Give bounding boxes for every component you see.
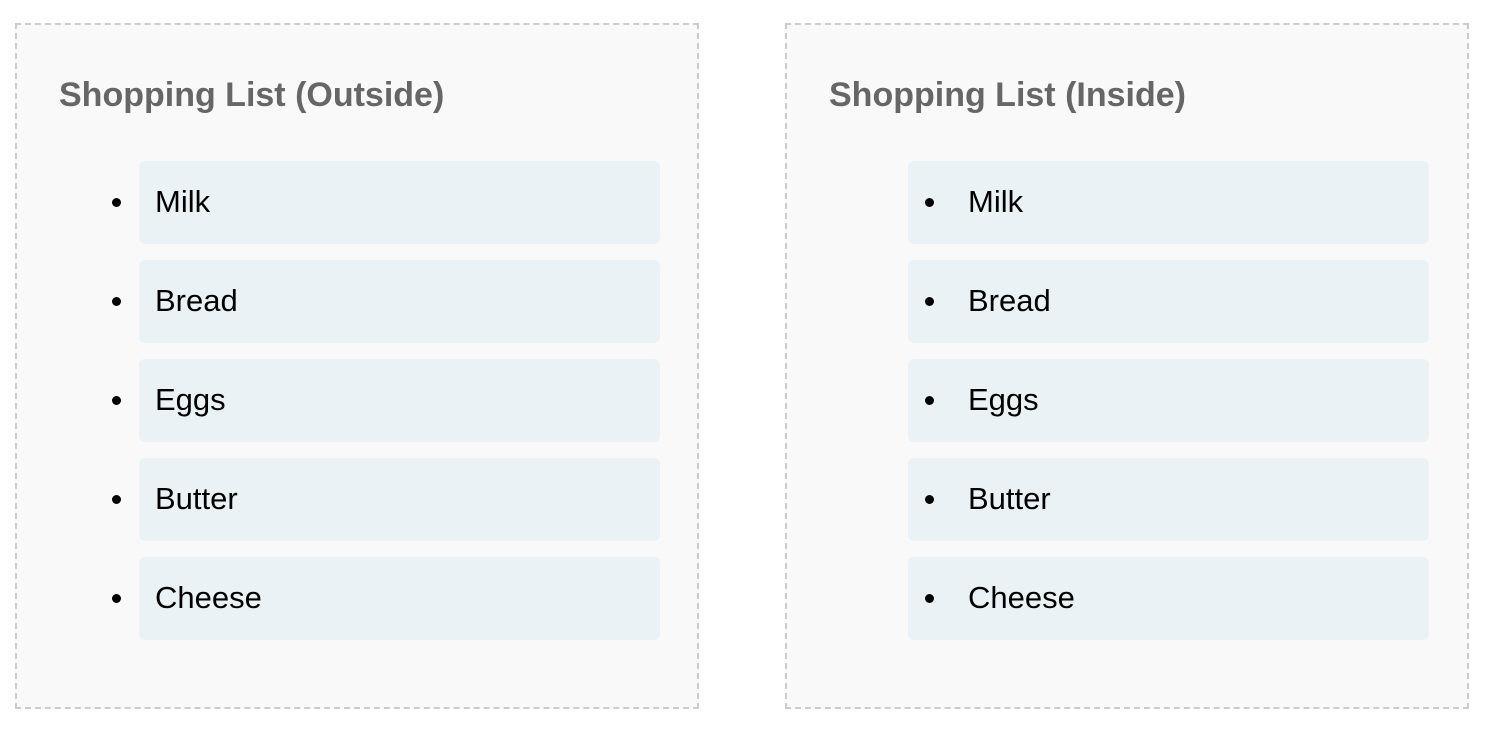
list-item: Cheese [908,557,1429,640]
list-item-label: Eggs [155,382,226,417]
inside-list-title: Shopping List (Inside) [829,76,1186,114]
outside-list-title: Shopping List (Outside) [59,76,445,114]
list-item-label: Butter [968,481,1051,516]
inside-shopping-list: Milk Bread Eggs Butter Cheese [908,161,1429,656]
list-item: Butter [112,458,660,541]
list-item-label: Bread [968,283,1051,318]
list-item-label: Cheese [968,580,1075,615]
bullet-icon [925,297,934,306]
bullet-icon [112,396,121,405]
list-item: Butter [908,458,1429,541]
list-item: Eggs [112,359,660,442]
bullet-icon [112,198,121,207]
list-item-label: Butter [155,481,238,516]
list-item: Cheese [112,557,660,640]
bullet-icon [925,594,934,603]
list-item-label: Cheese [155,580,262,615]
list-item: Bread [112,260,660,343]
bullet-icon [925,495,934,504]
list-item-label: Eggs [968,382,1039,417]
outside-list-panel: Shopping List (Outside) Milk Bread Eggs … [15,23,699,709]
bullet-icon [925,396,934,405]
list-item-label: Bread [155,283,238,318]
list-item: Bread [908,260,1429,343]
bullet-icon [112,495,121,504]
bullet-icon [112,297,121,306]
list-item: Eggs [908,359,1429,442]
inside-list-panel: Shopping List (Inside) Milk Bread Eggs B… [785,23,1469,709]
bullet-icon [112,594,121,603]
list-item-label: Milk [968,184,1024,219]
list-item-label: Milk [155,184,211,219]
list-item: Milk [112,161,660,244]
bullet-icon [925,198,934,207]
outside-shopping-list: Milk Bread Eggs Butter Cheese [112,161,660,656]
list-item: Milk [908,161,1429,244]
